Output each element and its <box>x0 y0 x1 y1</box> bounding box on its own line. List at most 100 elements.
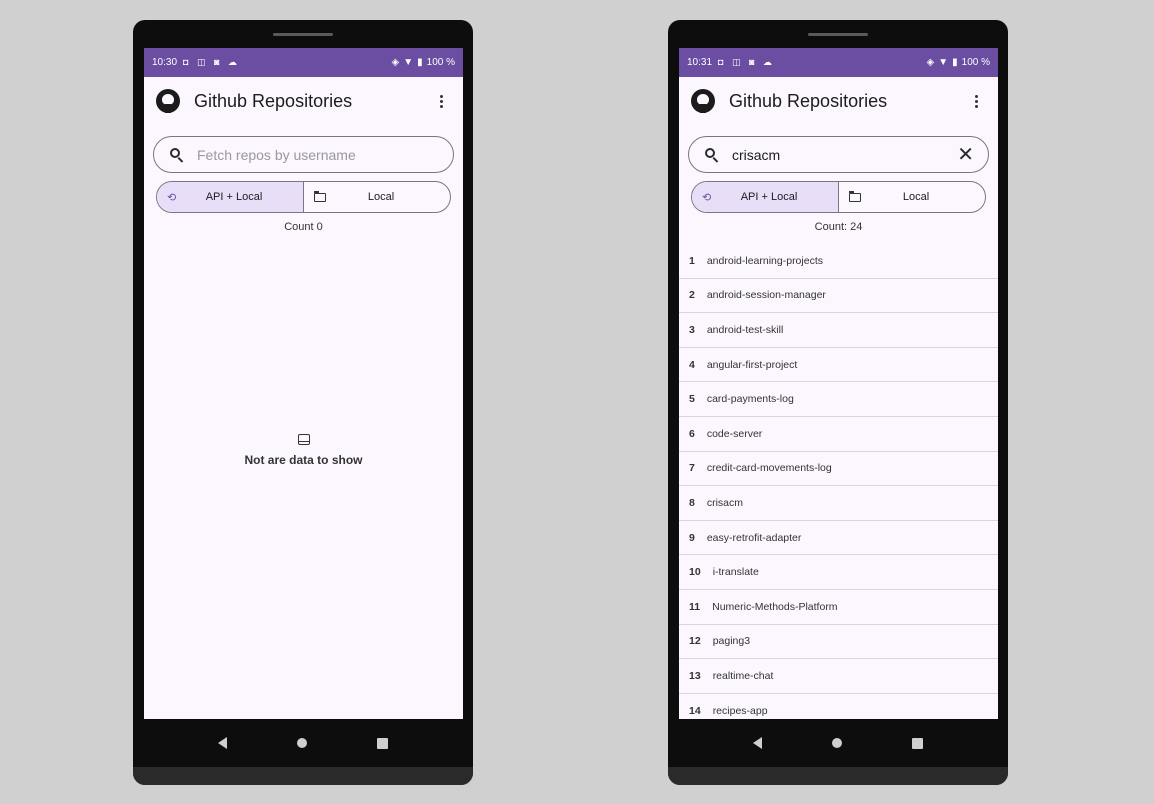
repo-name: Numeric-Methods-Platform <box>712 600 838 613</box>
repo-name: angular-first-project <box>706 358 798 371</box>
battery-level: 100 % <box>961 57 990 68</box>
battery-level: 100 % <box>426 57 455 68</box>
list-item[interactable]: 11 Numeric-Methods-Platform <box>679 590 998 625</box>
repo-index: 6 <box>689 427 695 440</box>
search-icon <box>170 147 184 163</box>
segment-api-local[interactable]: ⟲ API + Local <box>157 182 303 212</box>
repo-count: Count 0 <box>284 221 323 233</box>
repo-index: 9 <box>689 531 695 544</box>
segment-label: Local <box>902 191 930 203</box>
list-item[interactable]: 13 realtime-chat <box>679 659 998 694</box>
repo-name: easy-retrofit-adapter <box>706 531 802 544</box>
source-segmented-control: ⟲ API + Local Local <box>691 181 986 213</box>
status-time: 10:30 <box>152 57 178 68</box>
home-icon[interactable] <box>832 738 842 748</box>
list-item[interactable]: 9 easy-retrofit-adapter <box>679 521 998 556</box>
list-item[interactable]: 3 android-test-skill <box>679 313 998 348</box>
phone-frame-left: 10:30 ◘ ◫ ◙ ☁ ◈ ▼ ▮ 100 % Github Reposit… <box>133 20 473 785</box>
sync-icon: ⟲ <box>702 191 712 204</box>
system-nav-bar <box>133 719 473 767</box>
list-item[interactable]: 6 code-server <box>679 417 998 452</box>
repo-index: 12 <box>689 635 701 648</box>
segment-api-local[interactable]: ⟲ API + Local <box>692 182 838 212</box>
repo-name: code-server <box>706 427 763 440</box>
battery-icon: ▮ <box>952 57 958 68</box>
search-bar[interactable] <box>153 136 454 173</box>
top-app-bar: Github Repositories <box>144 77 463 125</box>
list-item[interactable]: 10 i-translate <box>679 555 998 590</box>
github-logo-icon <box>156 89 180 113</box>
phone-chin <box>668 767 1008 785</box>
system-nav-bar <box>668 719 1008 767</box>
repo-name: android-test-skill <box>706 323 784 336</box>
status-bar: 10:31 ◘ ◫ ◙ ☁ ◈ ▼ ▮ 100 % <box>679 48 998 77</box>
vibrate-icon: ◈ <box>391 57 400 68</box>
empty-message: Not are data to show <box>244 453 363 467</box>
search-input[interactable] <box>197 146 439 163</box>
recents-icon[interactable] <box>377 737 388 749</box>
repo-index: 5 <box>689 393 695 406</box>
screen-right: 10:31 ◘ ◫ ◙ ☁ ◈ ▼ ▮ 100 % Github Reposit… <box>679 48 998 719</box>
repo-name: android-session-manager <box>706 289 826 302</box>
back-icon[interactable] <box>753 737 762 749</box>
wifi-icon: ▼ <box>938 57 949 68</box>
status-time: 10:31 <box>687 57 713 68</box>
list-item[interactable]: 2 android-session-manager <box>679 279 998 314</box>
segment-local[interactable]: Local <box>838 182 985 212</box>
segment-local[interactable]: Local <box>303 182 450 212</box>
github-logo-icon <box>691 89 715 113</box>
list-item[interactable]: 7 credit-card-movements-log <box>679 452 998 487</box>
repo-name: recipes-app <box>712 704 768 717</box>
repo-index: 8 <box>689 496 695 509</box>
repo-name: card-payments-log <box>706 393 794 406</box>
repo-index: 7 <box>689 462 695 475</box>
search-input[interactable] <box>732 146 958 163</box>
list-item[interactable]: 12 paging3 <box>679 625 998 660</box>
recents-icon[interactable] <box>912 737 923 749</box>
sync-icon: ⟲ <box>167 191 177 204</box>
source-segmented-control: ⟲ API + Local Local <box>156 181 451 213</box>
repo-index: 13 <box>689 669 701 682</box>
repo-name: realtime-chat <box>712 669 774 682</box>
speaker-grille <box>808 33 868 36</box>
list-item[interactable]: 4 angular-first-project <box>679 348 998 383</box>
segment-label: API + Local <box>740 191 798 203</box>
status-notification-icons: ◘ ◫ ◙ ☁ <box>718 57 775 67</box>
segment-label: Local <box>367 191 395 203</box>
empty-state: Not are data to show <box>144 432 463 467</box>
repo-index: 14 <box>689 704 701 717</box>
more-vert-icon[interactable] <box>429 89 453 113</box>
repo-index: 11 <box>689 600 701 613</box>
repo-index: 1 <box>689 254 695 267</box>
repo-name: android-learning-projects <box>706 254 823 267</box>
inbox-icon <box>297 434 310 445</box>
app-title: Github Repositories <box>194 90 353 111</box>
status-bar: 10:30 ◘ ◫ ◙ ☁ ◈ ▼ ▮ 100 % <box>144 48 463 77</box>
speaker-grille <box>273 33 333 36</box>
search-bar[interactable]: ✕ <box>688 136 989 173</box>
close-icon[interactable]: ✕ <box>957 145 974 165</box>
more-vert-icon[interactable] <box>964 89 988 113</box>
repo-index: 4 <box>689 358 695 371</box>
list-item[interactable]: 1 android-learning-projects <box>679 244 998 279</box>
app-title: Github Repositories <box>729 90 888 111</box>
wifi-icon: ▼ <box>403 57 414 68</box>
folder-icon <box>314 190 326 202</box>
phone-chin <box>133 767 473 785</box>
list-item[interactable]: 8 crisacm <box>679 486 998 521</box>
vibrate-icon: ◈ <box>926 57 935 68</box>
battery-icon: ▮ <box>417 57 423 68</box>
repo-name: i-translate <box>712 566 759 579</box>
phone-frame-right: 10:31 ◘ ◫ ◙ ☁ ◈ ▼ ▮ 100 % Github Reposit… <box>668 20 1008 785</box>
repo-index: 3 <box>689 323 695 336</box>
list-item[interactable]: 5 card-payments-log <box>679 382 998 417</box>
home-icon[interactable] <box>297 738 307 748</box>
back-icon[interactable] <box>218 737 227 749</box>
search-icon <box>705 147 719 163</box>
folder-icon <box>849 190 861 202</box>
repo-index: 10 <box>689 566 701 579</box>
repo-index: 2 <box>689 289 695 302</box>
list-item[interactable]: 14 recipes-app <box>679 694 998 719</box>
repo-count: Count: 24 <box>814 221 863 233</box>
top-app-bar: Github Repositories <box>679 77 998 125</box>
